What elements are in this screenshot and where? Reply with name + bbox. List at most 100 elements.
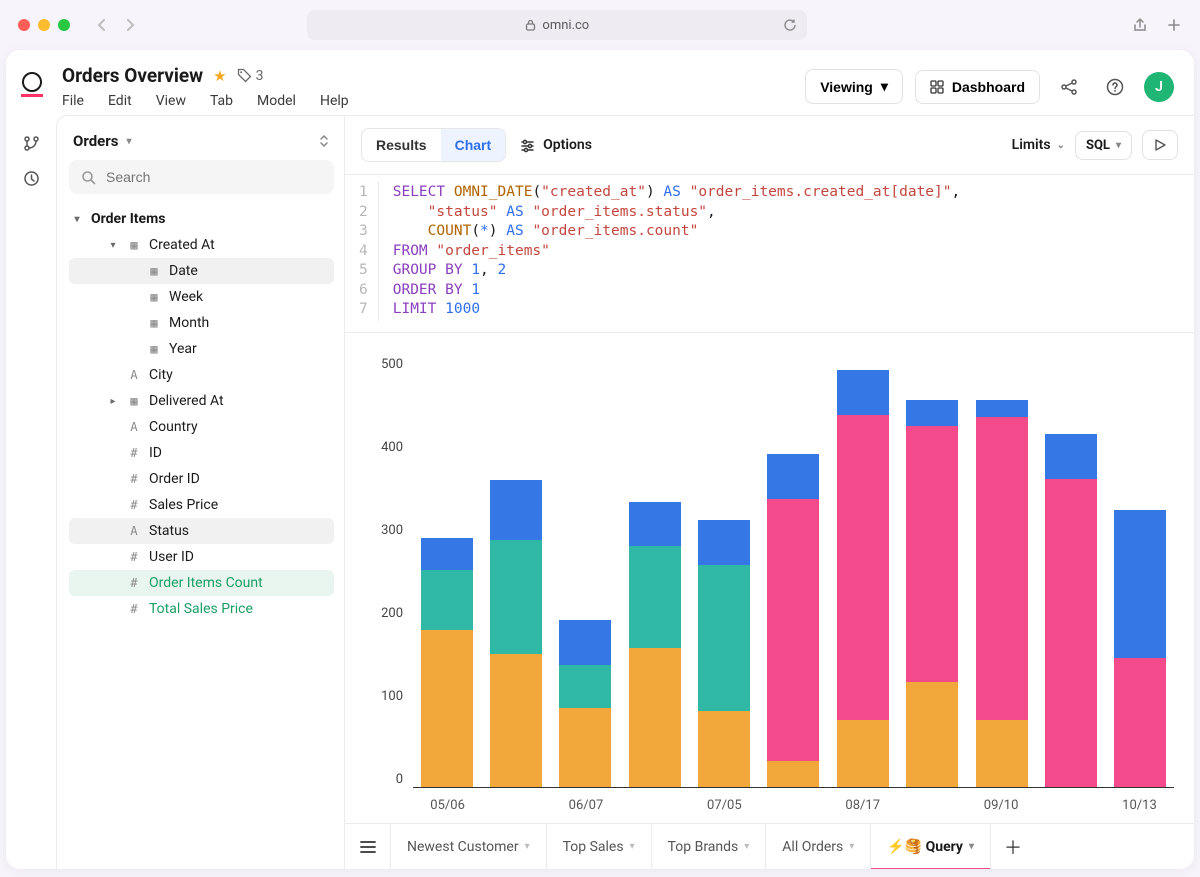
bar-segment-teal — [559, 665, 611, 708]
sql-editor[interactable]: 1234567 SELECT OMNI_DATE("created_at") A… — [345, 175, 1194, 333]
field-country[interactable]: ACountry — [69, 414, 334, 440]
bar-segment-blue — [559, 620, 611, 665]
tabs-menu-icon[interactable] — [345, 824, 391, 869]
bottom-tab[interactable]: Top Sales▾ — [547, 824, 652, 869]
bar-segment-blue — [906, 400, 958, 426]
type-icon: ▦ — [147, 264, 161, 278]
run-button[interactable] — [1142, 130, 1178, 160]
search-input[interactable] — [106, 169, 322, 185]
address-bar[interactable]: omni.co — [307, 10, 807, 40]
bar[interactable] — [976, 400, 1028, 787]
datasource-dropdown[interactable]: Orders ▾ — [73, 132, 131, 150]
bar-segment-blue — [490, 480, 542, 540]
bar-segment-teal — [490, 540, 542, 654]
share-graph-icon[interactable] — [1052, 70, 1086, 104]
field-city[interactable]: ACity — [69, 362, 334, 388]
forward-icon[interactable] — [122, 17, 138, 33]
bar[interactable] — [629, 502, 681, 788]
bar[interactable] — [1045, 434, 1097, 787]
field-status[interactable]: AStatus — [69, 518, 334, 544]
bar-segment-blue — [629, 502, 681, 547]
tab-results[interactable]: Results — [362, 129, 441, 161]
type-icon: # — [127, 472, 141, 486]
sql-code[interactable]: SELECT OMNI_DATE("created_at") AS "order… — [379, 181, 975, 322]
bar[interactable] — [906, 400, 958, 787]
menu-file[interactable]: File — [62, 93, 84, 109]
bottom-tab[interactable]: Newest Customer▾ — [391, 824, 547, 869]
omni-logo[interactable] — [22, 72, 42, 92]
field-tree: ▾ Order Items ▾▦Created At▦Date▦Week▦Mon… — [69, 206, 334, 622]
avatar[interactable]: J — [1144, 72, 1174, 102]
share-icon[interactable] — [1132, 17, 1148, 33]
reload-icon[interactable] — [783, 18, 797, 32]
bar[interactable] — [767, 454, 819, 787]
bottom-tab-active[interactable]: ⚡🥞 Query ▾ — [871, 824, 991, 869]
bar-segment-blue — [698, 520, 750, 565]
tab-chart[interactable]: Chart — [441, 129, 506, 161]
field-delivered-at[interactable]: ▸▦Delivered At — [69, 388, 334, 414]
field-week[interactable]: ▦Week — [69, 284, 334, 310]
type-icon: ▦ — [127, 238, 141, 252]
bottom-tab[interactable]: All Orders▾ — [766, 824, 871, 869]
new-tab-icon[interactable] — [1166, 17, 1182, 33]
field-id[interactable]: #ID — [69, 440, 334, 466]
type-icon: # — [127, 446, 141, 460]
sql-button[interactable]: SQL ▾ — [1075, 131, 1132, 160]
menu-view[interactable]: View — [156, 93, 186, 109]
tag-count[interactable]: 3 — [237, 68, 264, 84]
branch-icon[interactable] — [23, 135, 40, 152]
field-user-id[interactable]: #User ID — [69, 544, 334, 570]
bar[interactable] — [837, 370, 889, 787]
expand-collapse-icon[interactable] — [318, 133, 330, 149]
left-rail — [6, 115, 56, 869]
caret-down-icon: ▾ — [969, 841, 974, 852]
field-year[interactable]: ▦Year — [69, 336, 334, 362]
back-icon[interactable] — [94, 17, 110, 33]
field-order-items-count[interactable]: #Order Items Count — [69, 570, 334, 596]
field-total-sales-price[interactable]: #Total Sales Price — [69, 596, 334, 622]
tree-group[interactable]: ▾ Order Items — [69, 206, 334, 232]
field-created-at[interactable]: ▾▦Created At — [69, 232, 334, 258]
bar-segment-blue — [421, 538, 473, 571]
window-close[interactable] — [18, 19, 30, 31]
limits-dropdown[interactable]: Limits ⌄ — [1012, 137, 1065, 153]
field-order-id[interactable]: #Order ID — [69, 466, 334, 492]
bar[interactable] — [490, 480, 542, 787]
traffic-lights — [18, 19, 70, 31]
add-tab-button[interactable]: ＋ — [991, 824, 1035, 869]
help-icon[interactable] — [1098, 70, 1132, 104]
page-title: Orders Overview — [62, 64, 203, 87]
content-toolbar: Results Chart Options Limits ⌄ — [345, 116, 1194, 175]
chart: 5004003002001000 05/0606/0707/0508/1709/… — [345, 333, 1194, 823]
window-zoom[interactable] — [58, 19, 70, 31]
chart-bars — [413, 357, 1174, 788]
search-box[interactable] — [69, 160, 334, 194]
dashboard-button[interactable]: Dasbhoard — [915, 70, 1040, 104]
bar[interactable] — [698, 520, 750, 787]
star-icon[interactable]: ★ — [213, 67, 226, 85]
dashboard-icon — [930, 80, 944, 94]
options-button[interactable]: Options — [516, 131, 596, 159]
bottom-tab[interactable]: Top Brands▾ — [652, 824, 767, 869]
window-minimize[interactable] — [38, 19, 50, 31]
bar[interactable] — [559, 620, 611, 787]
app-header: Orders Overview ★ 3 File Edit View Tab M… — [6, 50, 1194, 115]
menu-edit[interactable]: Edit — [108, 93, 132, 109]
menu-model[interactable]: Model — [257, 93, 296, 109]
x-tick — [1036, 798, 1105, 813]
app-window: Orders Overview ★ 3 File Edit View Tab M… — [6, 50, 1194, 869]
menu-help[interactable]: Help — [320, 93, 349, 109]
bar-segment-orange — [767, 761, 819, 787]
field-label: Month — [169, 315, 209, 331]
history-icon[interactable] — [23, 170, 40, 187]
y-tick: 300 — [381, 523, 403, 538]
bar[interactable] — [1114, 510, 1166, 787]
viewing-button[interactable]: Viewing ▾ — [805, 69, 903, 104]
menu-tab[interactable]: Tab — [210, 93, 233, 109]
bar-segment-teal — [421, 570, 473, 630]
field-sales-price[interactable]: #Sales Price — [69, 492, 334, 518]
field-month[interactable]: ▦Month — [69, 310, 334, 336]
x-tick — [897, 798, 966, 813]
bar[interactable] — [421, 538, 473, 787]
field-date[interactable]: ▦Date — [69, 258, 334, 284]
